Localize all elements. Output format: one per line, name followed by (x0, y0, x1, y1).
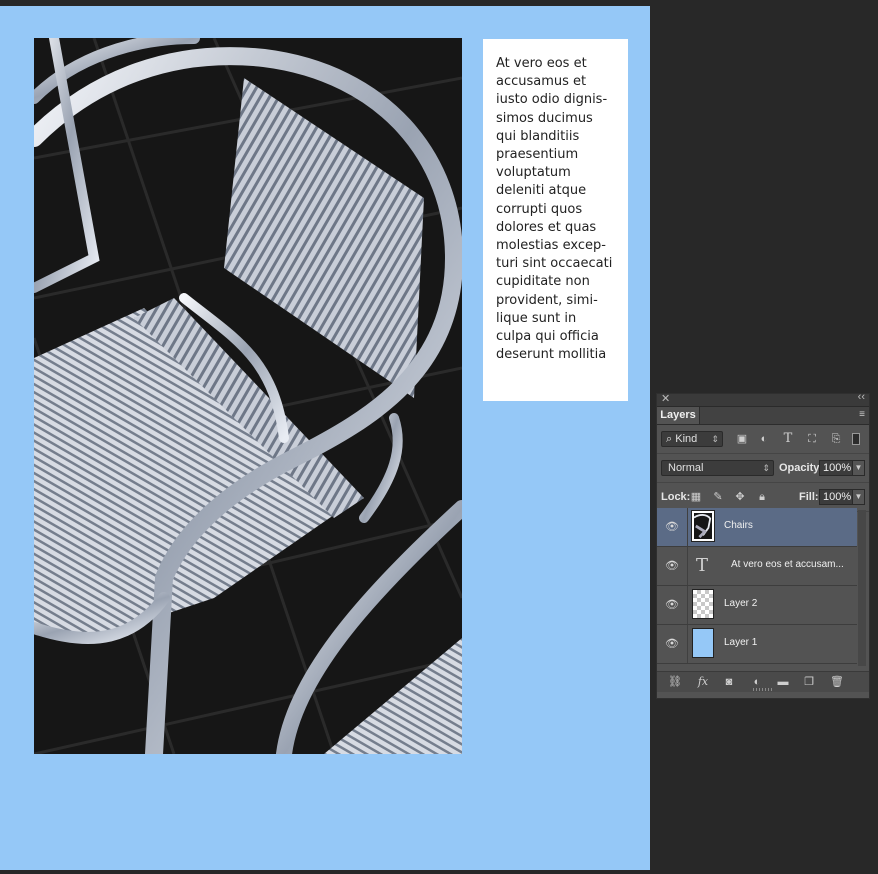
lock-label: Lock: (661, 491, 691, 503)
filter-row: ⌕ Kind ⇕ ▣ ◐ T ⛶ ⎘ (657, 425, 869, 454)
tab-layers[interactable]: Layers (657, 407, 700, 424)
fill-value: 100% (823, 491, 852, 503)
layers-scrollbar[interactable] (858, 510, 866, 666)
new-layer-icon[interactable]: ❐ (801, 675, 817, 689)
divider (687, 625, 688, 663)
layer-name: At vero eos et accusam... (731, 559, 844, 570)
fill-field[interactable]: 100% ▼ (819, 489, 865, 505)
blend-mode-select[interactable]: Normal ⇕ (661, 460, 774, 476)
fx-icon[interactable]: fx (695, 675, 711, 689)
layer-row-layer-2[interactable]: 👁︎ Layer 2 (657, 586, 857, 625)
document-canvas[interactable]: At vero eos et accusamus et iusto odio d… (0, 6, 650, 870)
lock-transparent-pixels-icon[interactable]: ▦ (689, 491, 703, 503)
layer-name: Layer 1 (724, 637, 758, 648)
shape-filter-icon[interactable]: ⛶ (805, 433, 819, 445)
trash-icon[interactable]: 🗑︎ (829, 675, 845, 689)
chevron-down-icon[interactable]: ▼ (852, 490, 864, 504)
layer-thumbnail-transparent (692, 589, 714, 619)
image-filter-icon[interactable]: ▣ (735, 433, 749, 445)
filter-kind-select[interactable]: ⌕ Kind ⇕ (661, 431, 723, 447)
chairs-photo (34, 38, 462, 754)
filter-toggle-switch[interactable] (852, 433, 860, 445)
layer-name: Chairs (724, 520, 753, 531)
layers-bottom-toolbar: ⛓︎ fx ◙ ◐ ▬ ❐ 🗑︎ (657, 671, 869, 692)
layers-list: 👁︎ Chairs 👁︎ T At vero eos et accusam...… (657, 508, 857, 666)
search-icon: ⌕ (666, 433, 673, 445)
type-filter-icon[interactable]: T (781, 432, 795, 445)
blend-mode-value: Normal (668, 462, 704, 474)
close-icon[interactable]: ✕ (661, 392, 670, 405)
visibility-eye-icon[interactable]: 👁︎ (663, 598, 681, 612)
layer-row-text[interactable]: 👁︎ T At vero eos et accusam... (657, 547, 857, 586)
divider (687, 586, 688, 624)
visibility-eye-icon[interactable]: 👁︎ (663, 637, 681, 651)
type-layer-icon: T (696, 555, 709, 576)
divider (687, 547, 688, 585)
divider (687, 508, 688, 546)
chevron-down-icon[interactable]: ▼ (852, 461, 864, 475)
visibility-eye-icon[interactable]: 👁︎ (663, 559, 681, 573)
collapse-icon[interactable]: ‹‹ (858, 391, 865, 403)
adjustment-filter-icon[interactable]: ◐ (757, 433, 771, 445)
text-frame[interactable]: At vero eos et accusamus et iusto odio d… (483, 39, 628, 401)
layers-panel: ✕ ‹‹ Layers ≡ ⌕ Kind ⇕ ▣ ◐ T ⛶ ⎘ Normal … (656, 391, 870, 699)
new-group-folder-icon[interactable]: ▬ (775, 675, 791, 689)
layer-name: Layer 2 (724, 598, 758, 609)
chairs-image (34, 38, 462, 754)
stepper-arrows-icon: ⇕ (762, 463, 770, 473)
body-text: At vero eos et accusamus et iusto odio d… (496, 56, 613, 363)
panel-tabrow: Layers ≡ (657, 407, 869, 425)
layer-thumbnail-chairs (691, 510, 715, 542)
layer-row-chairs[interactable]: 👁︎ Chairs (657, 508, 857, 547)
layer-thumbnail-fill (692, 628, 714, 658)
add-mask-icon[interactable]: ◙ (721, 675, 737, 689)
stepper-arrows-icon: ⇕ (711, 434, 719, 444)
resize-grip[interactable] (753, 688, 773, 691)
panel-titlebar: ✕ ‹‹ (657, 391, 869, 407)
panel-menu-icon[interactable]: ≡ (859, 409, 865, 420)
opacity-value: 100% (823, 462, 852, 474)
filter-kind-value: Kind (675, 433, 698, 445)
layer-row-layer-1[interactable]: 👁︎ Layer 1 (657, 625, 857, 664)
adjustment-layer-icon[interactable]: ◐ (749, 675, 765, 689)
opacity-label: Opacity: (779, 462, 824, 474)
blend-row: Normal ⇕ Opacity: 100% ▼ (657, 454, 869, 483)
chairs-thumbnail-image (694, 513, 712, 539)
smart-object-filter-icon[interactable]: ⎘ (829, 433, 843, 445)
visibility-eye-icon[interactable]: 👁︎ (663, 520, 681, 534)
lock-image-pixels-icon[interactable]: ✎ (711, 491, 725, 503)
lock-all-icon[interactable]: 🔒︎ (755, 491, 769, 503)
link-layers-icon[interactable]: ⛓︎ (667, 675, 683, 689)
fill-label: Fill: (799, 491, 819, 503)
lock-position-icon[interactable]: ✥ (733, 491, 747, 503)
opacity-field[interactable]: 100% ▼ (819, 460, 865, 476)
